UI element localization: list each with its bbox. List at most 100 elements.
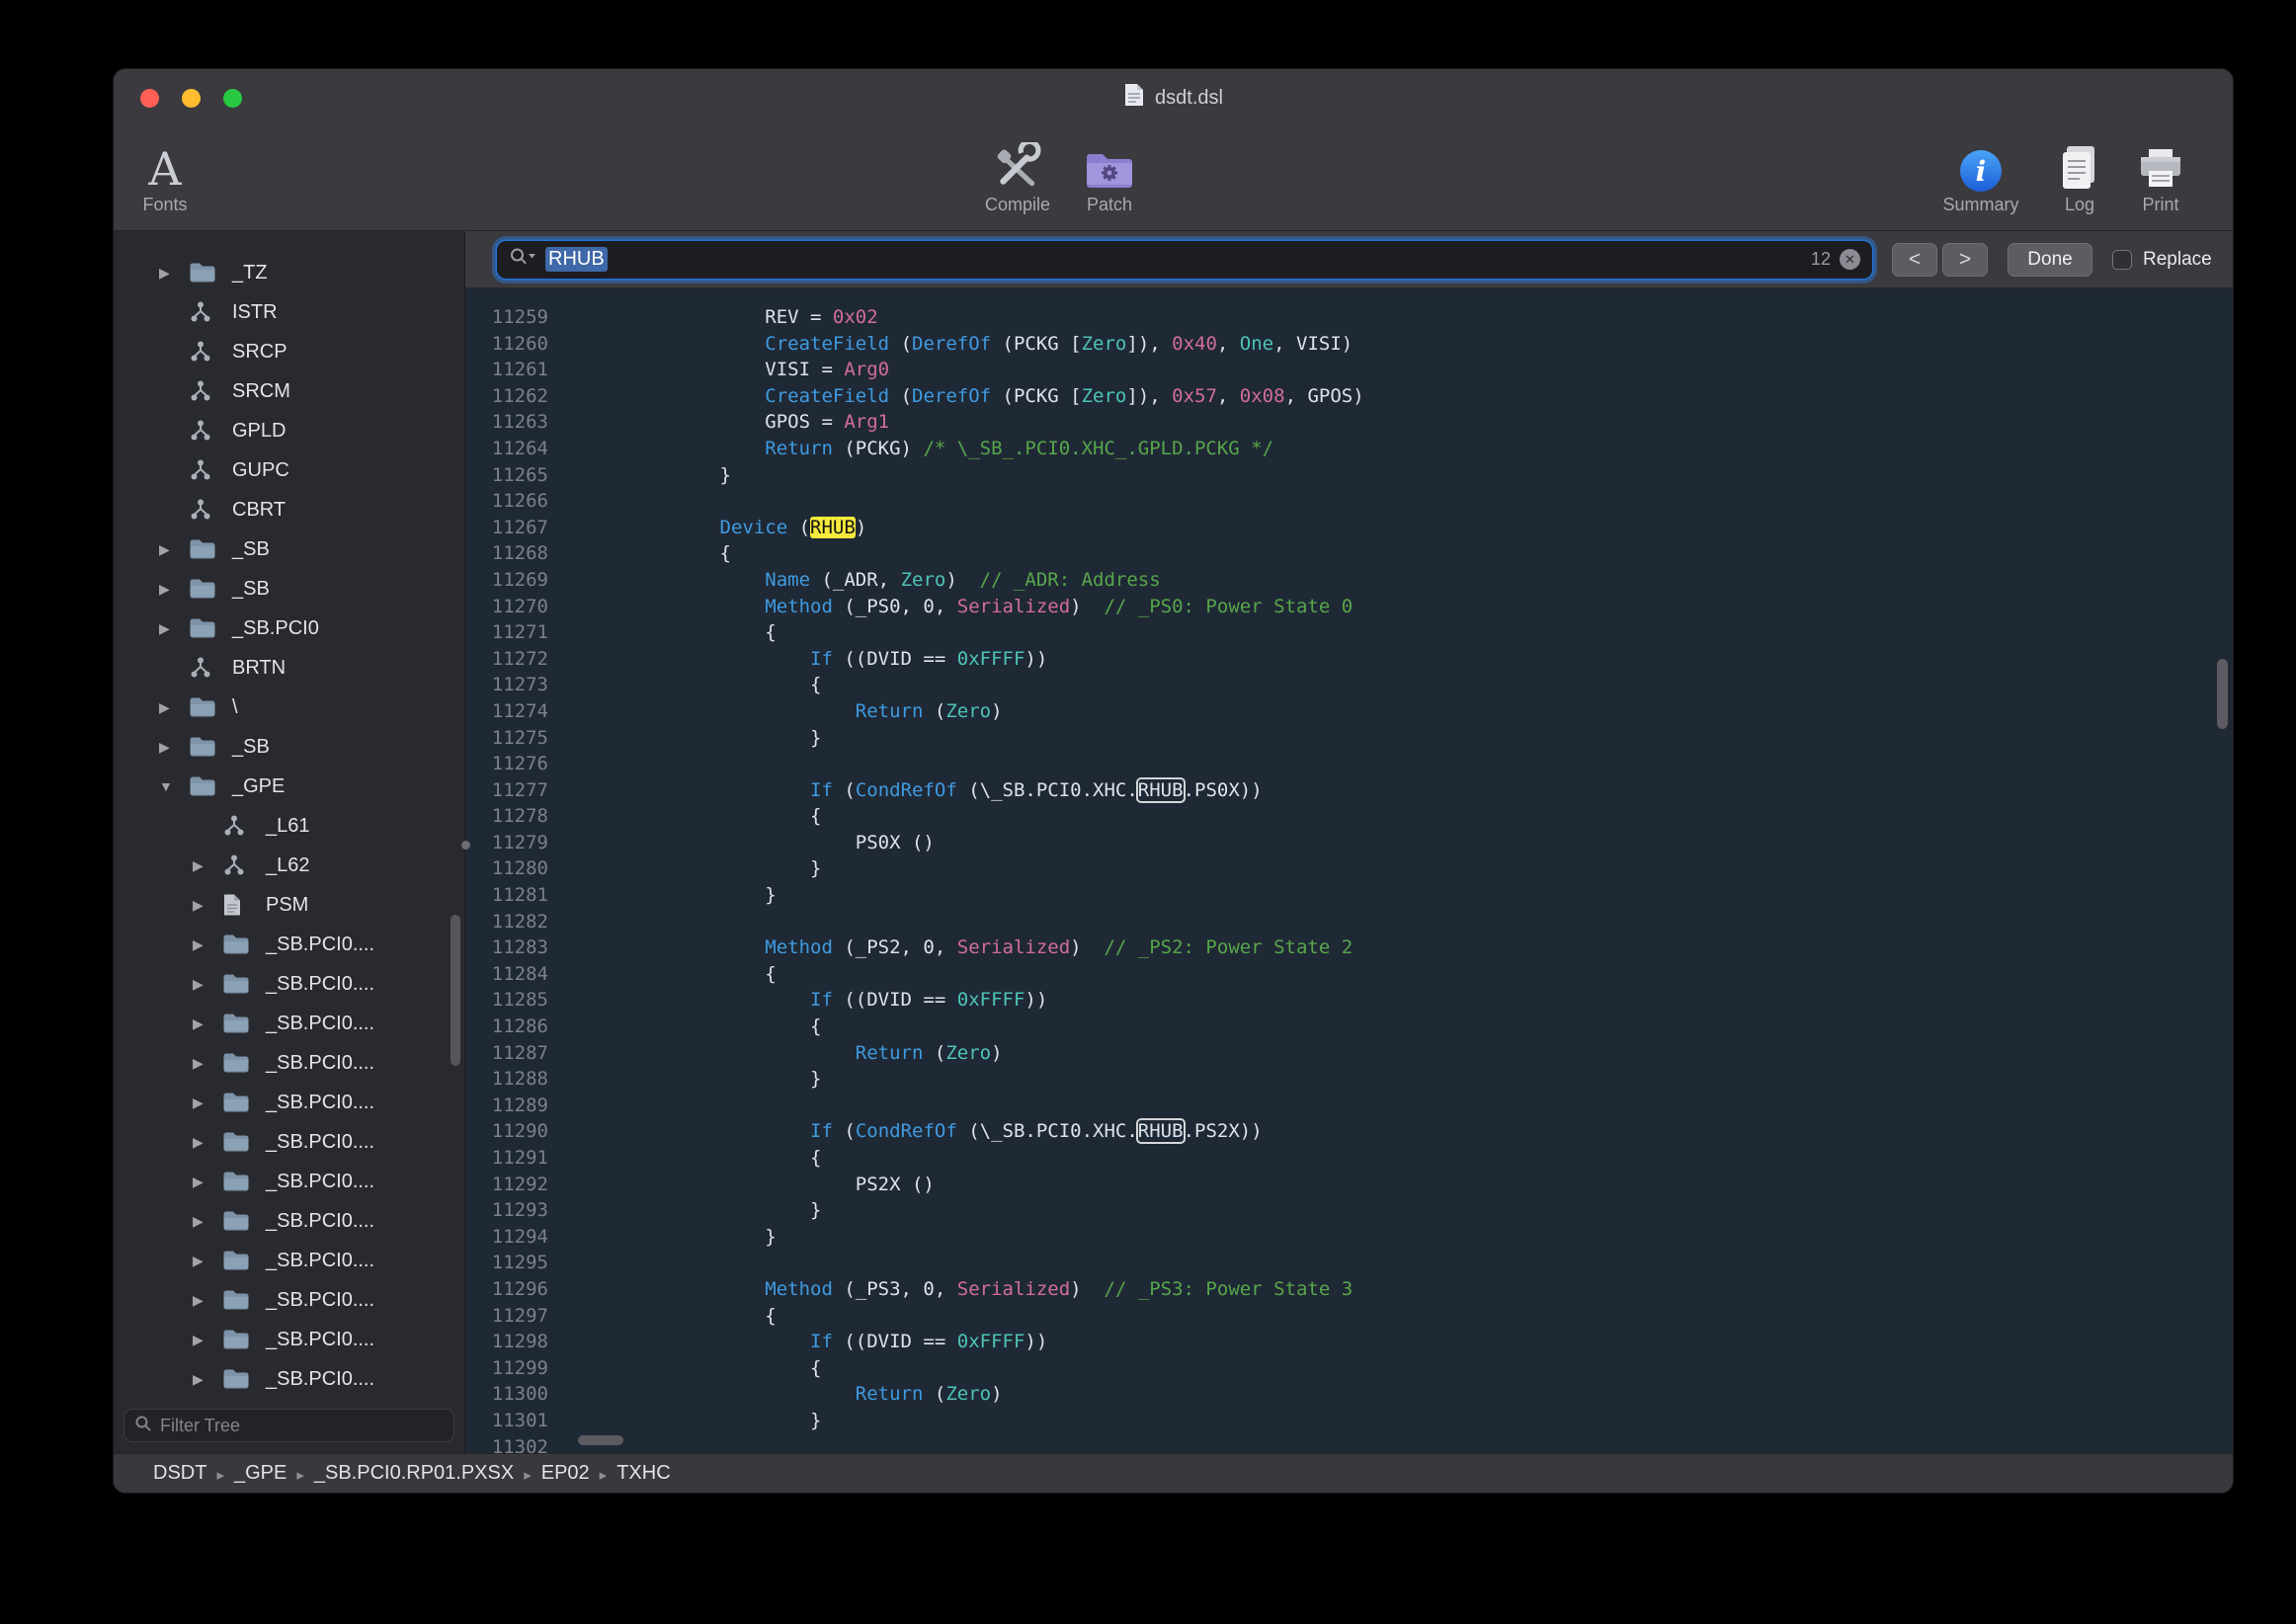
search-query[interactable]: RHUB [545, 247, 608, 272]
disclosure-right-icon[interactable]: ▶ [193, 1095, 222, 1111]
tree-item-label: _TZ [232, 262, 268, 284]
disclosure-right-icon[interactable]: ▶ [193, 1213, 222, 1230]
clear-search-icon[interactable]: ✕ [1840, 249, 1860, 270]
code-line: 11295 [465, 1250, 2233, 1276]
done-button[interactable]: Done [2008, 243, 2092, 277]
editor-vertical-scrollbar[interactable] [2217, 659, 2228, 729]
tree-item-_l62[interactable]: ▶ _L62 [114, 846, 464, 885]
tree-item-_sbpci0[interactable]: ▶ _SB.PCI0.... [114, 1280, 464, 1320]
code-line: 11260 CreateField (DerefOf (PCKG [Zero])… [465, 331, 2233, 358]
tree-item-_gpe[interactable]: ▼ _GPE [114, 767, 464, 806]
tree-item-_sbpci0[interactable]: ▶ _SB.PCI0.... [114, 1004, 464, 1043]
tree-item-_sbpci0[interactable]: ▶ _SB.PCI0.... [114, 1241, 464, 1280]
tree-item-istr[interactable]: ISTR [114, 292, 464, 332]
fonts-label: Fonts [142, 195, 187, 215]
disclosure-right-icon[interactable]: ▶ [193, 936, 222, 953]
disclosure-right-icon[interactable]: ▶ [193, 1055, 222, 1072]
disclosure-down-icon[interactable]: ▼ [159, 778, 189, 794]
tree-item-_sbpci0[interactable]: ▶ _SB.PCI0.... [114, 1162, 464, 1201]
disclosure-right-icon[interactable]: ▶ [193, 1134, 222, 1151]
disclosure-right-icon[interactable]: ▶ [159, 541, 189, 558]
disclosure-right-icon[interactable]: ▶ [159, 581, 189, 598]
tree-item-_sbpci0[interactable]: ▶ _SB.PCI0.... [114, 964, 464, 1004]
code-line: 11261 VISI = Arg0 [465, 357, 2233, 383]
tree-item-label: _L61 [266, 815, 310, 838]
pane-resize-handle[interactable] [461, 841, 470, 850]
breadcrumb-item[interactable]: TXHC [616, 1462, 670, 1485]
code-text: { [564, 1355, 821, 1382]
code-line: 11277 If (CondRefOf (\_SB.PCI0.XHC.RHUB.… [465, 777, 2233, 804]
window-title: dsdt.dsl [1155, 87, 1223, 110]
breadcrumb-item[interactable]: _GPE [234, 1462, 287, 1485]
breadcrumb-item[interactable]: _SB.PCI0.RP01.PXSX [314, 1462, 514, 1485]
find-previous-button[interactable]: < [1892, 243, 1937, 277]
find-next-button[interactable]: > [1942, 243, 1988, 277]
code-text: } [564, 1224, 777, 1251]
disclosure-right-icon[interactable]: ▶ [159, 620, 189, 637]
code-line: 11259 REV = 0x02 [465, 304, 2233, 331]
sidebar-tree[interactable]: ▶ _TZ ISTR SRCP SRCM GPLD GUPC CBRT▶ _SB… [114, 231, 464, 1400]
code-line: 11285 If ((DVID == 0xFFFF)) [465, 987, 2233, 1014]
tree-item-_sbpci0[interactable]: ▶ _SB.PCI0.... [114, 1043, 464, 1083]
code-text: CreateField (DerefOf (PCKG [Zero]), 0x40… [564, 331, 1353, 358]
tree-item-label: _SB [232, 538, 270, 561]
log-button[interactable]: Log [2040, 130, 2119, 215]
code-line: 11262 CreateField (DerefOf (PCKG [Zero])… [465, 383, 2233, 410]
tree-item-_sb[interactable]: ▶ _SB [114, 727, 464, 767]
search-menu-icon[interactable] [509, 247, 536, 272]
disclosure-right-icon[interactable]: ▶ [193, 1292, 222, 1309]
disclosure-right-icon[interactable]: ▶ [193, 1174, 222, 1190]
disclosure-right-icon[interactable]: ▶ [193, 1332, 222, 1348]
tree-item-srcm[interactable]: SRCM [114, 371, 464, 411]
filter-input[interactable] [160, 1416, 444, 1436]
print-button[interactable]: Print [2121, 130, 2200, 215]
disclosure-right-icon[interactable]: ▶ [193, 1371, 222, 1388]
tree-item-gupc[interactable]: GUPC [114, 450, 464, 490]
breadcrumb-item[interactable]: EP02 [541, 1462, 590, 1485]
breadcrumb-item[interactable]: DSDT [153, 1462, 206, 1485]
line-number: 11283 [465, 934, 564, 961]
code-line: 11264 Return (PCKG) /* \_SB_.PCI0.XHC_.G… [465, 436, 2233, 462]
disclosure-right-icon[interactable]: ▶ [193, 1015, 222, 1032]
tree-item-brtn[interactable]: BRTN [114, 648, 464, 688]
tree-item-_sb[interactable]: ▶ _SB [114, 569, 464, 609]
tree-item-_sbpci0[interactable]: ▶ _SB.PCI0.... [114, 925, 464, 964]
summary-button[interactable]: i Summary [1933, 130, 2028, 215]
tree-item-_sbpci0[interactable]: ▶ _SB.PCI0.... [114, 1201, 464, 1241]
editor[interactable]: 11259 REV = 0x0211260 CreateField (Deref… [465, 288, 2233, 1453]
tree-item-label: _SB.PCI0.... [266, 1329, 374, 1351]
tree-item-_l61[interactable]: _L61 [114, 806, 464, 846]
titlebar[interactable]: dsdt.dsl [114, 69, 2233, 126]
code-line: 11293 } [465, 1197, 2233, 1224]
disclosure-right-icon[interactable]: ▶ [159, 699, 189, 716]
tree-item-_sbpci0[interactable]: ▶ _SB.PCI0.... [114, 1320, 464, 1359]
disclosure-right-icon[interactable]: ▶ [159, 739, 189, 756]
editor-horizontal-scrollbar[interactable] [578, 1435, 623, 1445]
disclosure-right-icon[interactable]: ▶ [193, 857, 222, 874]
disclosure-right-icon[interactable]: ▶ [159, 265, 189, 282]
filter-field[interactable] [123, 1409, 454, 1442]
tree-item-psm[interactable]: ▶ PSM [114, 885, 464, 925]
tree-item-_sbpci0[interactable]: ▶ _SB.PCI0.... [114, 1122, 464, 1162]
tree-item-label: _SB.PCI0.... [266, 1210, 374, 1233]
tree-item-gpld[interactable]: GPLD [114, 411, 464, 450]
tree-item-[interactable]: ▶ \ [114, 688, 464, 727]
tree-item-_tz[interactable]: ▶ _TZ [114, 253, 464, 292]
search-field[interactable]: RHUB 12 ✕ [497, 241, 1872, 279]
disclosure-right-icon[interactable]: ▶ [193, 976, 222, 993]
tree-item-srcp[interactable]: SRCP [114, 332, 464, 371]
disclosure-right-icon[interactable]: ▶ [193, 1253, 222, 1269]
line-number: 11281 [465, 882, 564, 909]
tree-item-_sbpci0[interactable]: ▶ _SB.PCI0.... [114, 1359, 464, 1399]
code-text: Return (Zero) [564, 1040, 1003, 1067]
sidebar-scrollbar[interactable] [451, 915, 460, 1066]
tree-item-_sb[interactable]: ▶ _SB [114, 529, 464, 569]
tree-item-cbrt[interactable]: CBRT [114, 490, 464, 529]
replace-checkbox[interactable] [2112, 250, 2132, 270]
tree-item-_sbpci0[interactable]: ▶ _SB.PCI0 [114, 609, 464, 648]
fonts-button[interactable]: A Fonts [122, 130, 208, 215]
tree-item-_sbpci0[interactable]: ▶ _SB.PCI0.... [114, 1083, 464, 1122]
disclosure-right-icon[interactable]: ▶ [193, 897, 222, 914]
code-text: CreateField (DerefOf (PCKG [Zero]), 0x57… [564, 383, 1364, 410]
patch-button[interactable]: Patch [1055, 130, 1164, 215]
